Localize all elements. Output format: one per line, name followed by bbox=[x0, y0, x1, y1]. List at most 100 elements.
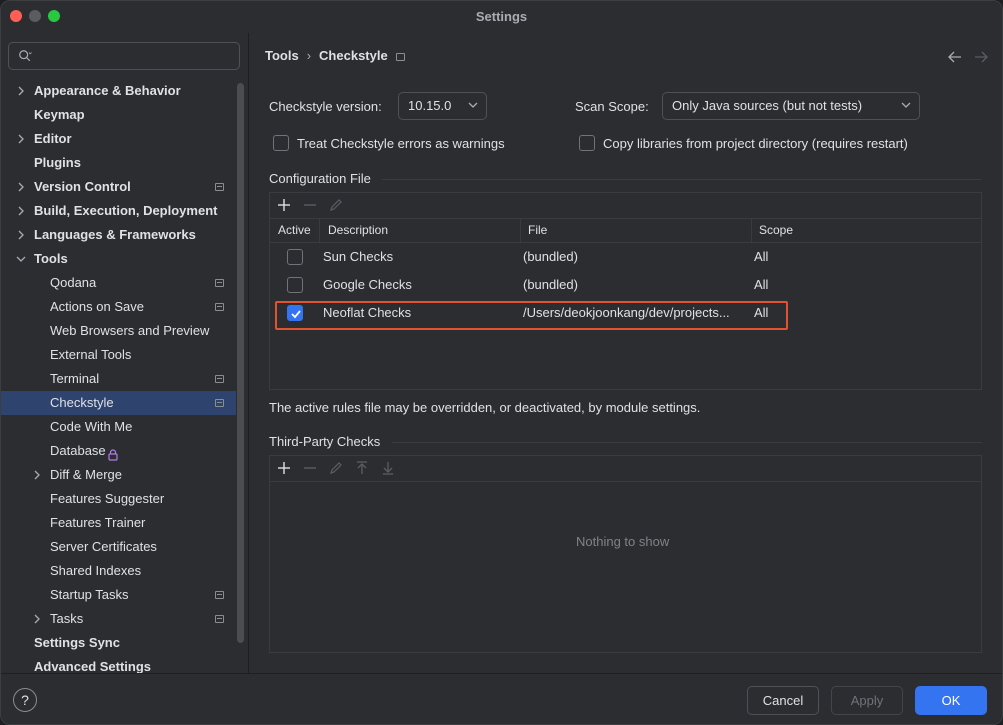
chevron-right-icon[interactable] bbox=[15, 175, 27, 199]
sidebar-item-label: External Tools bbox=[50, 347, 132, 362]
breadcrumb-tools[interactable]: Tools bbox=[265, 48, 299, 63]
edit-icon[interactable] bbox=[328, 460, 344, 476]
apply-button[interactable]: Apply bbox=[831, 686, 903, 715]
row-active-checkbox[interactable] bbox=[287, 277, 303, 293]
sidebar-item-label: Actions on Save bbox=[50, 299, 144, 314]
sidebar-item-languages-frameworks[interactable]: Languages & Frameworks bbox=[1, 223, 236, 247]
row-file: (bundled) bbox=[523, 277, 578, 292]
sidebar-item-label: Tasks bbox=[50, 611, 84, 626]
sidebar-item-label: Checkstyle bbox=[50, 395, 114, 410]
move-up-icon[interactable] bbox=[354, 460, 370, 476]
sidebar-item-qodana[interactable]: Qodana bbox=[1, 271, 236, 295]
row-file: (bundled) bbox=[523, 249, 578, 264]
toolbar-divider bbox=[270, 481, 981, 482]
sidebar-item-settings-sync[interactable]: Settings Sync bbox=[1, 631, 236, 655]
chevron-right-icon[interactable] bbox=[31, 607, 43, 631]
breadcrumb: Tools › Checkstyle bbox=[265, 47, 405, 63]
table-row[interactable]: Sun Checks (bundled) All bbox=[270, 243, 981, 271]
column-file[interactable]: File bbox=[528, 219, 547, 242]
title-bar: Settings bbox=[1, 1, 1002, 33]
move-down-icon[interactable] bbox=[380, 460, 396, 476]
sidebar-item-label: Settings Sync bbox=[34, 635, 120, 650]
copy-libraries-label: Copy libraries from project directory (r… bbox=[603, 136, 908, 151]
project-scope-icon bbox=[215, 303, 224, 311]
chevron-right-icon[interactable] bbox=[15, 223, 27, 247]
sidebar-item-appearance-behavior[interactable]: Appearance & Behavior bbox=[1, 79, 236, 103]
scan-scope-value: Only Java sources (but not tests) bbox=[672, 98, 863, 113]
chevron-down-icon[interactable] bbox=[15, 247, 27, 271]
sidebar-item-label: Server Certificates bbox=[50, 539, 157, 554]
sidebar-item-checkstyle[interactable]: Checkstyle bbox=[1, 391, 236, 415]
sidebar-item-code-with-me[interactable]: Code With Me bbox=[1, 415, 236, 439]
configuration-file-panel: Active Description File Scope Sun Checks… bbox=[269, 192, 982, 390]
sidebar-item-label: Web Browsers and Preview bbox=[50, 323, 210, 338]
sidebar-item-startup-tasks[interactable]: Startup Tasks bbox=[1, 583, 236, 607]
sidebar-item-plugins[interactable]: Plugins bbox=[1, 151, 236, 175]
help-button[interactable]: ? bbox=[13, 688, 37, 712]
sidebar-item-label: Startup Tasks bbox=[50, 587, 129, 602]
sidebar-item-version-control[interactable]: Version Control bbox=[1, 175, 236, 199]
sidebar-item-diff-merge[interactable]: Diff & Merge bbox=[1, 463, 236, 487]
forward-arrow-icon[interactable] bbox=[973, 49, 989, 65]
sidebar-item-server-certificates[interactable]: Server Certificates bbox=[1, 535, 236, 559]
window-title: Settings bbox=[475, 9, 528, 24]
chevron-down-icon bbox=[901, 102, 911, 108]
configuration-table-header: Active Description File Scope bbox=[270, 218, 981, 243]
column-description[interactable]: Description bbox=[328, 219, 388, 242]
sidebar-item-features-trainer[interactable]: Features Trainer bbox=[1, 511, 236, 535]
column-active[interactable]: Active bbox=[278, 219, 311, 242]
sidebar-item-build-execution-deployment[interactable]: Build, Execution, Deployment bbox=[1, 199, 236, 223]
sidebar-item-label: Features Trainer bbox=[50, 515, 146, 530]
sidebar-item-label: Shared Indexes bbox=[50, 563, 142, 578]
project-scope-icon bbox=[215, 399, 224, 407]
chevron-down-icon bbox=[468, 102, 478, 108]
chevron-right-icon[interactable] bbox=[15, 199, 27, 223]
column-separator[interactable] bbox=[751, 219, 752, 242]
row-active-checkbox[interactable] bbox=[287, 249, 303, 265]
chevron-right-icon[interactable] bbox=[15, 127, 27, 151]
sidebar-item-web-browsers-and-preview[interactable]: Web Browsers and Preview bbox=[1, 319, 236, 343]
active-rules-hint: The active rules file may be overridden,… bbox=[269, 400, 701, 415]
column-separator[interactable] bbox=[520, 219, 521, 242]
ok-button[interactable]: OK bbox=[915, 686, 987, 715]
treat-errors-as-warnings-label: Treat Checkstyle errors as warnings bbox=[297, 136, 505, 151]
edit-icon[interactable] bbox=[328, 197, 344, 213]
add-icon[interactable] bbox=[276, 460, 292, 476]
remove-icon[interactable] bbox=[302, 460, 318, 476]
dialog-footer: ? Cancel Apply OK bbox=[1, 673, 1002, 724]
search-input[interactable] bbox=[8, 42, 240, 70]
lock-icon bbox=[108, 445, 118, 461]
checkstyle-version-select[interactable]: 10.15.0 bbox=[398, 92, 487, 120]
sidebar-item-features-suggester[interactable]: Features Suggester bbox=[1, 487, 236, 511]
cancel-button[interactable]: Cancel bbox=[747, 686, 819, 715]
sidebar-item-shared-indexes[interactable]: Shared Indexes bbox=[1, 559, 236, 583]
breadcrumb-checkstyle: Checkstyle bbox=[319, 48, 388, 64]
sidebar-item-editor[interactable]: Editor bbox=[1, 127, 236, 151]
copy-libraries-checkbox[interactable] bbox=[579, 135, 595, 151]
row-description: Google Checks bbox=[323, 277, 412, 292]
row-scope: All bbox=[754, 249, 769, 264]
chevron-right-icon[interactable] bbox=[31, 463, 43, 487]
column-separator[interactable] bbox=[319, 219, 320, 242]
settings-tree: Appearance & Behavior Keymap Editor Plugins… bbox=[1, 79, 236, 679]
add-icon[interactable] bbox=[276, 197, 292, 213]
sidebar-item-tasks[interactable]: Tasks bbox=[1, 607, 236, 631]
sidebar-item-label: Keymap bbox=[34, 107, 85, 122]
sidebar-item-external-tools[interactable]: External Tools bbox=[1, 343, 236, 367]
table-row[interactable]: Google Checks (bundled) All bbox=[270, 271, 981, 299]
chevron-right-icon[interactable] bbox=[15, 79, 27, 103]
back-arrow-icon[interactable] bbox=[947, 49, 963, 65]
column-scope[interactable]: Scope bbox=[759, 219, 793, 242]
sidebar-item-label: Code With Me bbox=[50, 419, 133, 434]
sidebar-item-database[interactable]: Database bbox=[1, 439, 236, 463]
sidebar-item-terminal[interactable]: Terminal bbox=[1, 367, 236, 391]
remove-icon[interactable] bbox=[302, 197, 318, 213]
treat-errors-as-warnings-checkbox[interactable] bbox=[273, 135, 289, 151]
sidebar-item-tools[interactable]: Tools bbox=[1, 247, 236, 271]
sidebar-item-label: Database bbox=[50, 443, 106, 458]
project-scope-icon bbox=[215, 591, 224, 599]
sidebar-scrollbar[interactable] bbox=[237, 83, 244, 643]
sidebar-item-keymap[interactable]: Keymap bbox=[1, 103, 236, 127]
sidebar-item-actions-on-save[interactable]: Actions on Save bbox=[1, 295, 236, 319]
scan-scope-select[interactable]: Only Java sources (but not tests) bbox=[662, 92, 920, 120]
